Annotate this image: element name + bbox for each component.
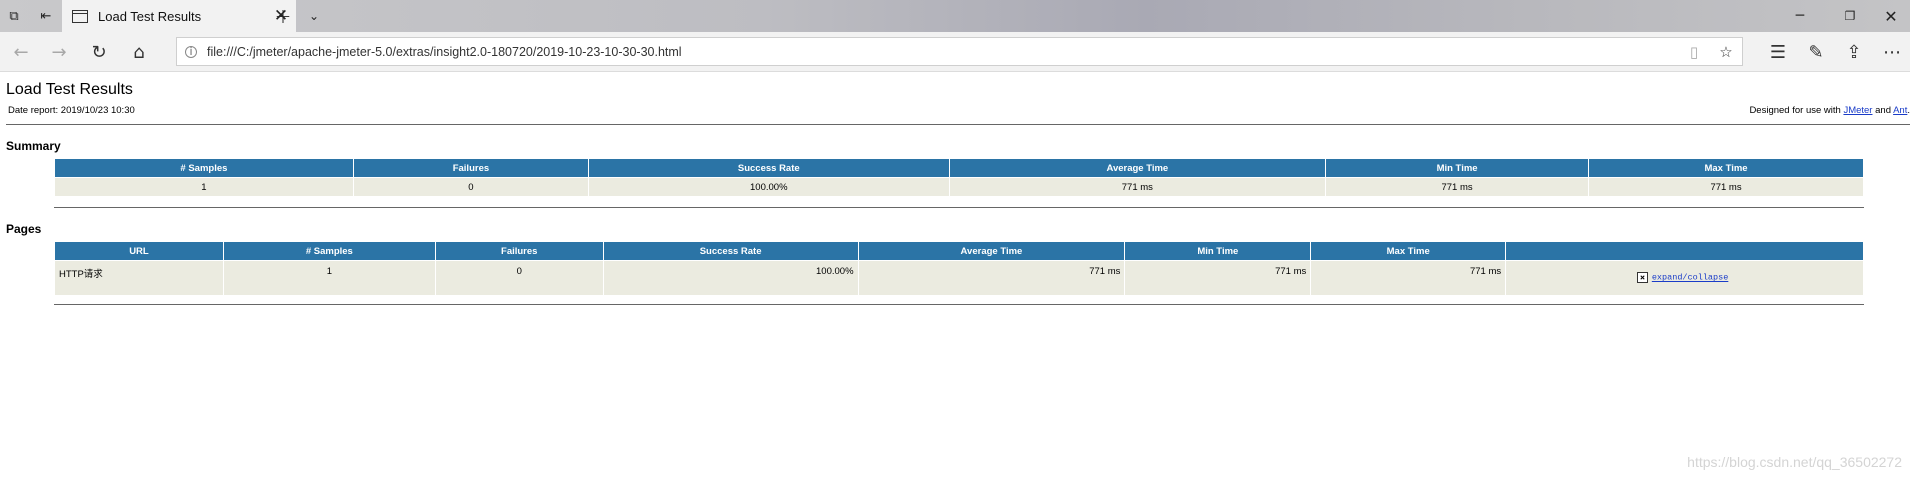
new-tab-icon[interactable]: + — [268, 0, 298, 32]
summary-col-failures: Failures — [353, 159, 588, 177]
summary-col-success-rate: Success Rate — [588, 159, 949, 177]
tab-title: Load Test Results — [98, 8, 202, 24]
favorite-star-icon[interactable]: ☆ — [1710, 43, 1742, 61]
summary-col-max-time: Max Time — [1589, 159, 1863, 177]
back-icon[interactable]: ← — [2, 32, 40, 72]
designed-for-note: Designed for use with JMeter and Ant. — [1749, 105, 1910, 116]
pen-icon[interactable]: ✎ — [1797, 32, 1835, 72]
expand-toggle-icon[interactable] — [1636, 272, 1648, 284]
ant-link[interactable]: Ant — [1893, 105, 1907, 116]
header-divider — [6, 124, 1910, 125]
page-success-rate: 100.00% — [603, 261, 858, 295]
pages-header-row: URL # Samples Failures Success Rate Aver… — [55, 242, 1863, 260]
summary-average-time: 771 ms — [949, 178, 1326, 196]
summary-col-min-time: Min Time — [1326, 159, 1589, 177]
pages-col-max-time: Max Time — [1311, 242, 1506, 260]
reading-view-icon[interactable]: ▯ — [1678, 43, 1710, 61]
page-title: Load Test Results — [6, 81, 133, 98]
table-row: 1 0 100.00% 771 ms 771 ms 771 ms — [55, 178, 1863, 196]
navigation-bar: ← → ↻ ⌂ i file:///C:/jmeter/apache-jmete… — [0, 32, 1910, 72]
pages-col-details — [1506, 242, 1863, 260]
page-average-time: 771 ms — [858, 261, 1125, 295]
pages-divider — [54, 304, 1864, 305]
designed-and: and — [1872, 105, 1894, 116]
date-report: Date report: 2019/10/23 10:30 — [8, 105, 135, 116]
watermark: https://blog.csdn.net/qq_36502272 — [1687, 454, 1902, 470]
summary-min-time: 771 ms — [1326, 178, 1589, 196]
page-content: Load Test Results Date report: 2019/10/2… — [0, 73, 1910, 484]
share-icon[interactable]: ⇪ — [1835, 32, 1873, 72]
refresh-icon[interactable]: ↻ — [80, 32, 118, 72]
jmeter-link[interactable]: JMeter — [1843, 105, 1872, 116]
url-text[interactable]: file:///C:/jmeter/apache-jmeter-5.0/extr… — [207, 45, 1678, 59]
summary-samples: 1 — [55, 178, 353, 196]
summary-failures: 0 — [353, 178, 588, 196]
more-icon[interactable]: ⋯ — [1873, 32, 1910, 72]
pages-col-average-time: Average Time — [858, 242, 1125, 260]
pages-col-success-rate: Success Rate — [603, 242, 858, 260]
summary-col-average-time: Average Time — [949, 159, 1326, 177]
page-max-time: 771 ms — [1311, 261, 1506, 295]
pages-col-failures: Failures — [435, 242, 603, 260]
page-icon — [72, 9, 88, 23]
summary-success-rate: 100.00% — [588, 178, 949, 196]
pages-table: URL # Samples Failures Success Rate Aver… — [54, 241, 1864, 296]
page-min-time: 771 ms — [1125, 261, 1311, 295]
minimize-icon[interactable]: ─ — [1780, 0, 1820, 32]
summary-heading: Summary — [6, 139, 61, 153]
expand-cell: expand/collapse — [1506, 261, 1863, 295]
site-info-icon[interactable]: i — [185, 45, 197, 58]
tab-preview-chevron-icon[interactable]: ⌄ — [300, 0, 328, 32]
tab-strip: ⧉ ⇤ Load Test Results ✕ + ⌄ ─ ❐ ✕ — [0, 0, 1910, 32]
pages-heading: Pages — [6, 222, 42, 236]
favorites-icon[interactable]: ☰ — [1759, 32, 1797, 72]
summary-table: # Samples Failures Success Rate Average … — [54, 158, 1864, 197]
pages-col-url: URL — [55, 242, 223, 260]
set-aside-tabs-icon[interactable]: ⇤ — [32, 0, 60, 32]
page-samples: 1 — [223, 261, 435, 295]
home-icon[interactable]: ⌂ — [120, 32, 158, 72]
summary-max-time: 771 ms — [1589, 178, 1863, 196]
summary-header-row: # Samples Failures Success Rate Average … — [55, 159, 1863, 177]
page-url: HTTP请求 — [55, 261, 223, 295]
summary-divider — [54, 207, 1864, 208]
forward-icon[interactable]: → — [40, 32, 78, 72]
pages-col-samples: # Samples — [223, 242, 435, 260]
summary-col-samples: # Samples — [55, 159, 353, 177]
designed-prefix: Designed for use with — [1749, 105, 1844, 116]
restore-icon[interactable]: ❐ — [1830, 0, 1870, 32]
pages-col-min-time: Min Time — [1125, 242, 1311, 260]
page-failures: 0 — [435, 261, 603, 295]
expand-collapse-link[interactable]: expand/collapse — [1652, 273, 1729, 283]
tab-actions-icon[interactable]: ⧉ — [0, 0, 28, 32]
address-bar[interactable]: i file:///C:/jmeter/apache-jmeter-5.0/ex… — [176, 37, 1743, 66]
close-window-icon[interactable]: ✕ — [1872, 0, 1910, 32]
active-tab[interactable]: Load Test Results ✕ — [62, 0, 296, 32]
table-row: HTTP请求 1 0 100.00% 771 ms 771 ms 771 ms … — [55, 261, 1863, 295]
